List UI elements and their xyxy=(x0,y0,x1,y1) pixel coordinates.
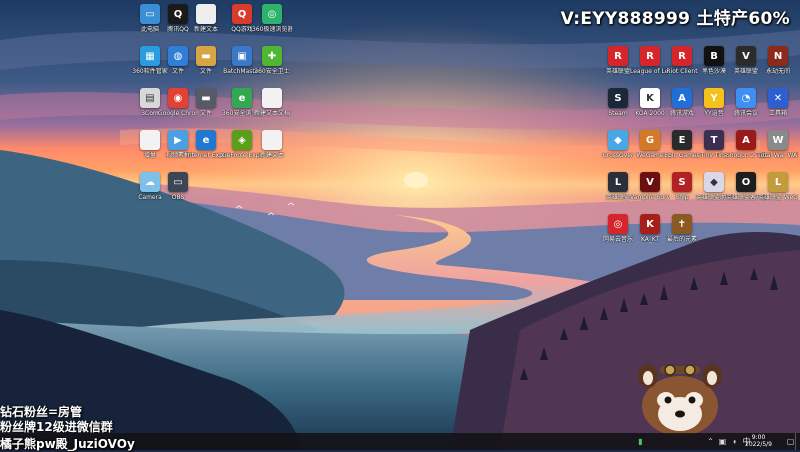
desktop-icon-lol-wegame[interactable]: L 英雄联盟 WeGame版 xyxy=(758,172,798,201)
software-manager-icon: ▦ xyxy=(140,46,160,66)
text-file-icon xyxy=(196,4,216,24)
desktop-icon-drive[interactable]: ▬ 文件 xyxy=(186,88,226,117)
chrome-icon: ◉ xyxy=(168,88,188,108)
desktop-icon-monitor[interactable]: ▭ OBS xyxy=(158,172,198,201)
document-icon xyxy=(262,88,282,108)
valorant-icon: V xyxy=(736,46,756,66)
desktop-icon-document[interactable]: 新建文本文档 xyxy=(252,88,292,117)
browser-360-icon: ◎ xyxy=(262,4,282,24)
wegame-icon: G xyxy=(640,130,660,150)
computer-icon: ▭ xyxy=(140,4,160,24)
desktop-icon-label: 文件 xyxy=(199,68,212,75)
desktop-icon-label: 永劫无间 xyxy=(765,68,790,75)
sword-icon: ✝ xyxy=(672,214,692,234)
streamer-name-overlay: 橘子熊pw殿_JuziOVOy xyxy=(0,437,135,451)
desktop-icon-text-file[interactable]: 新建文本 xyxy=(186,4,226,33)
riot-icon: R xyxy=(608,46,628,66)
desktop-icon-label: 工具箱 xyxy=(768,110,787,117)
tray-volume-icon[interactable]: ◖ xyxy=(730,437,739,446)
clock-time: 9:00 xyxy=(751,434,766,441)
monitor-icon: ▭ xyxy=(168,172,188,192)
note-file-icon xyxy=(262,130,282,150)
batch-icon: ▣ xyxy=(232,46,252,66)
webcam-avatar xyxy=(638,364,722,436)
desktop-icon-label: Internet Explorer xyxy=(186,152,226,159)
tray-network-icon[interactable]: ▣ xyxy=(718,437,727,446)
desktop-icon-note-file[interactable]: 新建文本 xyxy=(252,130,292,159)
tina-icon: T xyxy=(704,130,724,150)
desktop-icon-ie[interactable]: e Internet Explorer xyxy=(186,130,226,159)
desktop-icon-toolbox[interactable]: ✕ 工具箱 xyxy=(758,88,798,117)
desktop-icon-security-360[interactable]: ✚ 360安全卫士 xyxy=(252,46,292,75)
qq-game-icon: Q xyxy=(232,4,252,24)
desktop-icon-naraka[interactable]: N 永劫无间 xyxy=(758,46,798,75)
ie-icon: e xyxy=(196,130,216,150)
lol-wegame-icon: L xyxy=(768,172,788,192)
security-360-icon: ✚ xyxy=(262,46,282,66)
epic-icon: E xyxy=(672,130,692,150)
tencent-game-icon: A xyxy=(672,88,692,108)
desktop-icon-label: 新建文本文档 xyxy=(253,110,290,117)
tray-status-icon[interactable]: ▮ xyxy=(636,437,645,446)
watermark-text: V:EYY888999 土特产60% xyxy=(560,9,790,29)
desktop-icon-label: 新建文本 xyxy=(259,152,284,159)
desktop-icon-label: Total War WARHAMMER xyxy=(758,152,798,159)
desktop-icon-label: 英雄联盟 WeGame版 xyxy=(758,194,798,201)
tray-clock[interactable]: 9:00 2022/5/9 xyxy=(745,434,772,448)
desktop-icon-browser-360[interactable]: ◎ 360极速浏览器 xyxy=(252,4,292,33)
desktop-icon-label: 360极速浏览器 xyxy=(252,26,292,33)
toolbox-icon: ✕ xyxy=(768,88,788,108)
black-desert-icon: B xyxy=(704,46,724,66)
notification-icon[interactable]: ▢ xyxy=(786,437,795,446)
crossover-icon: ◆ xyxy=(608,130,628,150)
yy-icon: Y xyxy=(704,88,724,108)
vampire-icon: V xyxy=(640,172,660,192)
desktop-icon-label: 新建文本 xyxy=(193,26,218,33)
netease-music-icon: ◎ xyxy=(608,214,628,234)
desktop-icon-label: OBS xyxy=(171,194,185,201)
qq-icon: Q xyxy=(168,4,188,24)
desktop-icon-folder[interactable]: ▬ 文件 xyxy=(186,46,226,75)
helper-icon: ◆ xyxy=(704,172,724,192)
globe-icon: ◍ xyxy=(168,46,188,66)
lol-icon: L xyxy=(608,172,628,192)
desktop-icon-label: 360安全卫士 xyxy=(254,68,290,75)
riot-client-icon: R xyxy=(672,46,692,66)
meeting-icon: ◔ xyxy=(736,88,756,108)
blank-file-icon xyxy=(140,130,160,150)
warhammer-icon: W xyxy=(768,130,788,150)
cloud-icon: ☁ xyxy=(140,172,160,192)
desktop-icon-label: 最后的元素 xyxy=(666,236,697,243)
tray-chevron-icon[interactable]: ⌃ xyxy=(706,437,715,446)
show-desktop-button[interactable] xyxy=(795,433,800,450)
overwolf-icon: O xyxy=(736,172,756,192)
drive-icon: ▬ xyxy=(196,88,216,108)
ship-icon: S xyxy=(672,172,692,192)
video-file-icon: ▶ xyxy=(168,130,188,150)
browser-ie-icon: e xyxy=(232,88,252,108)
desktop-icon-label: 文件 xyxy=(199,110,212,117)
folder-icon: ▬ xyxy=(196,46,216,66)
naraka-icon: N xyxy=(768,46,788,66)
koa-icon: K xyxy=(640,88,660,108)
riot-lol-icon: R xyxy=(640,46,660,66)
desktop-icon-sword[interactable]: ✝ 最后的元素 xyxy=(662,214,702,243)
nvidia-icon: ◈ xyxy=(232,130,252,150)
steam-icon: S xyxy=(608,88,628,108)
kakt-icon: K xyxy=(640,214,660,234)
desktop-icon-warhammer[interactable]: W Total War WARHAMMER xyxy=(758,130,798,159)
clock-date: 2022/5/9 xyxy=(745,441,772,448)
shogun-icon: A xyxy=(736,130,756,150)
recycle-icon: ▤ xyxy=(140,88,160,108)
